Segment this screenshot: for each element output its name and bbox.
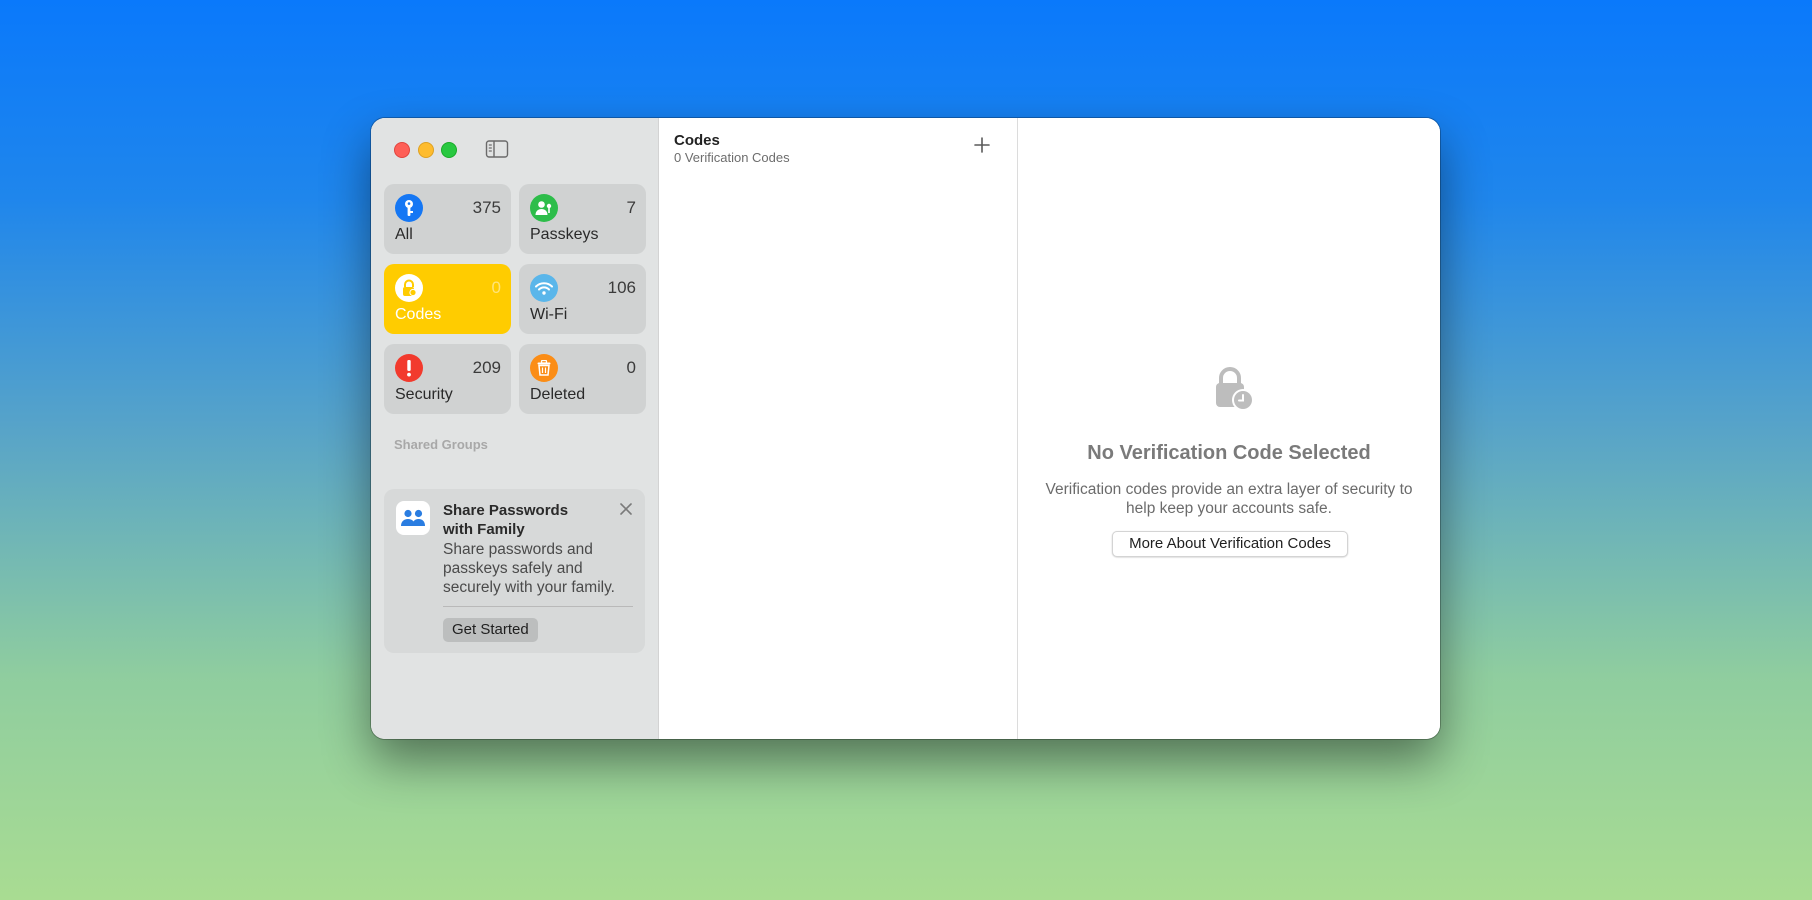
category-deleted[interactable]: 0 Deleted [519,344,646,414]
close-window-button[interactable] [394,142,410,158]
divider [443,606,633,607]
category-label: Passkeys [530,226,599,243]
detail-pane: No Verification Code Selected Verificati… [1018,118,1440,739]
minimize-window-button[interactable] [418,142,434,158]
category-count: 0 [491,278,501,297]
more-about-codes-button[interactable]: More About Verification Codes [1112,531,1348,557]
trash-icon [530,354,558,382]
promo-body: Share passwords and passkeys safely and … [443,541,615,596]
category-count: 106 [607,278,636,297]
category-count: 0 [626,358,636,377]
category-passkeys[interactable]: 7 Passkeys [519,184,646,254]
add-icon[interactable] [973,136,991,154]
get-started-button[interactable]: Get Started [443,618,538,642]
close-icon[interactable] [617,500,635,518]
category-count: 375 [472,198,501,217]
category-label: Security [395,386,453,403]
codes-list-pane: Codes 0 Verification Codes [659,118,1018,739]
person-key-icon [530,194,558,222]
key-icon [395,194,423,222]
share-family-card: Share Passwords with Family Share passwo… [384,489,645,653]
maximize-window-button[interactable] [441,142,457,158]
lock-clock-icon [1216,367,1254,411]
category-label: Deleted [530,386,586,403]
category-codes[interactable]: 0 Codes [384,264,511,334]
category-security[interactable]: 209 Security [384,344,511,414]
category-wifi[interactable]: 106 Wi-Fi [519,264,646,334]
exclamation-icon [395,354,423,382]
category-count: 209 [472,358,501,377]
sidebar-toggle-icon[interactable] [485,139,509,159]
promo-title: Share Passwords with Family [443,502,569,538]
category-label: Codes [395,306,442,323]
empty-state-title: No Verification Code Selected [1087,442,1371,464]
category-label: Wi-Fi [530,306,568,323]
lock-clock-icon [395,274,423,302]
passwords-window: 375 All 7 Passkeys 0 Codes 106 Wi-Fi 209… [371,118,1440,739]
category-count: 7 [626,198,636,217]
list-title: Codes [674,132,720,149]
shared-groups-header: Shared Groups [394,437,488,452]
family-icon [396,501,430,535]
sidebar: 375 All 7 Passkeys 0 Codes 106 Wi-Fi 209… [371,118,659,739]
category-all[interactable]: 375 All [384,184,511,254]
empty-state-body: Verification codes provide an extra laye… [1045,481,1413,517]
wifi-icon [530,274,558,302]
category-label: All [395,226,413,243]
list-subtitle: 0 Verification Codes [674,150,790,165]
